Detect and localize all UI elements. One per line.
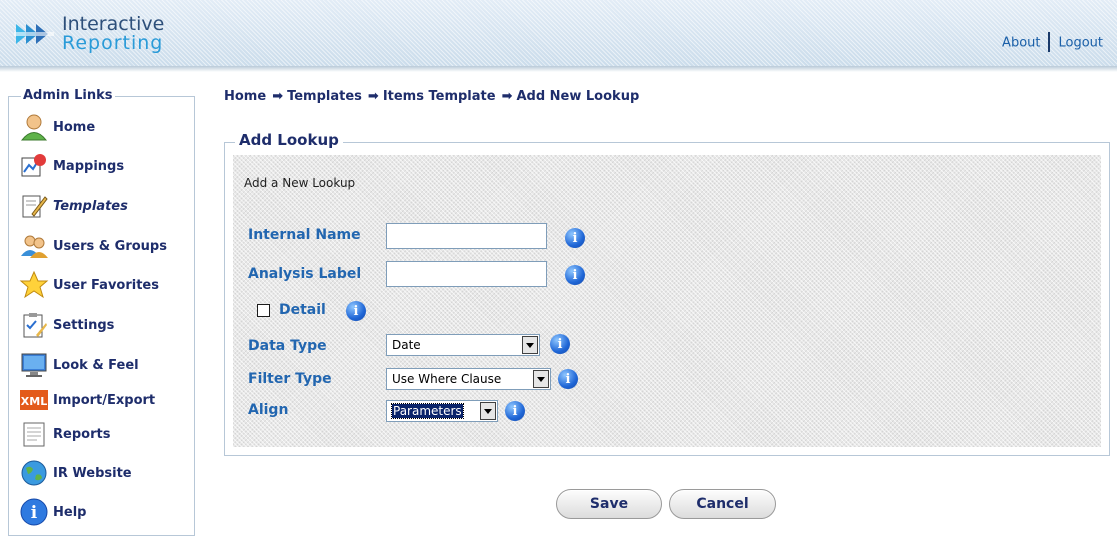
sidebar-item-label: Templates: [53, 198, 128, 214]
align-select[interactable]: Parameters: [386, 400, 498, 422]
header-shadow: [0, 66, 1117, 72]
data-type-value: Date: [392, 338, 421, 352]
detail-label: Detail: [279, 302, 326, 318]
chevron-down-icon[interactable]: [480, 402, 496, 420]
top-links: About Logout: [1002, 32, 1103, 54]
svg-text:XML: XML: [21, 395, 47, 408]
app-title-line1: Interactive: [62, 13, 165, 35]
app-title-line2: Reporting: [62, 32, 164, 54]
internal-name-input[interactable]: [386, 223, 547, 249]
chevron-down-icon[interactable]: [533, 370, 549, 388]
sidebar-item-import-export[interactable]: XML Import/Export: [19, 384, 155, 416]
top-links-divider: [1048, 32, 1051, 52]
breadcrumb: Home ➡ Templates ➡ Items Template ➡ Add New Lo…: [224, 89, 641, 104]
info-icon: i: [19, 497, 49, 527]
data-type-select[interactable]: Date: [386, 334, 540, 356]
filter-type-value: Use Where Clause: [392, 372, 502, 386]
xml-icon: XML: [19, 385, 49, 415]
admin-links-legend: Admin Links: [21, 88, 115, 103]
sidebar-item-label: IR Website: [53, 465, 132, 481]
app-logo[interactable]: Interactive Reporting: [14, 12, 174, 54]
globe-icon: [19, 458, 49, 488]
add-lookup-panel: Add Lookup: [224, 131, 1110, 456]
sidebar-item-label: Look & Feel: [53, 357, 139, 373]
breadcrumb-current: Add New Lookup: [516, 89, 640, 104]
info-icon[interactable]: i: [505, 401, 525, 421]
info-icon[interactable]: i: [550, 334, 570, 354]
monitor-icon: [19, 350, 49, 380]
mappings-icon: [19, 151, 49, 181]
logo-arrows-icon: [14, 24, 54, 44]
sidebar-item-label: Settings: [53, 317, 115, 333]
sidebar-item-label: Help: [53, 504, 87, 520]
sidebar-item-ir-website[interactable]: IR Website: [19, 457, 132, 489]
admin-links-panel: Admin Links Home Mappings Templates User…: [8, 88, 195, 536]
sidebar-item-mappings[interactable]: Mappings: [19, 150, 124, 182]
info-icon[interactable]: i: [565, 228, 585, 248]
breadcrumb-home[interactable]: Home: [224, 89, 266, 104]
form-background: [233, 155, 1101, 447]
data-type-label: Data Type: [248, 338, 327, 354]
form-subtitle: Add a New Lookup: [244, 176, 356, 190]
breadcrumb-arrow-icon: ➡: [272, 89, 284, 104]
detail-checkbox[interactable]: [257, 304, 270, 317]
analysis-label-label: Analysis Label: [248, 266, 362, 282]
sidebar-item-label: Users & Groups: [53, 238, 167, 254]
info-icon[interactable]: i: [346, 301, 366, 321]
align-value: Parameters: [391, 403, 464, 419]
pencil-icon: [19, 191, 49, 221]
svg-text:i: i: [31, 503, 38, 523]
sidebar-item-settings[interactable]: Settings: [19, 309, 114, 341]
sidebar-item-reports[interactable]: Reports: [19, 418, 110, 450]
sidebar-item-label: Import/Export: [53, 392, 156, 408]
align-label: Align: [248, 402, 289, 418]
users-icon: [19, 231, 49, 261]
report-icon: [19, 419, 49, 449]
clipboard-icon: [19, 310, 49, 340]
cancel-button[interactable]: Cancel: [669, 489, 776, 519]
logout-link[interactable]: Logout: [1058, 36, 1103, 51]
info-icon[interactable]: i: [565, 265, 585, 285]
filter-type-label: Filter Type: [248, 371, 332, 387]
analysis-label-input[interactable]: [386, 261, 547, 287]
save-button[interactable]: Save: [556, 489, 662, 519]
sidebar-item-look-feel[interactable]: Look & Feel: [19, 349, 139, 381]
about-link[interactable]: About: [1002, 36, 1040, 51]
sidebar-item-label: User Favorites: [53, 277, 159, 293]
sidebar-item-label: Reports: [53, 426, 111, 442]
filter-type-select[interactable]: Use Where Clause: [386, 368, 551, 390]
sidebar-item-home[interactable]: Home: [19, 111, 95, 143]
breadcrumb-templates[interactable]: Templates: [287, 89, 362, 104]
sidebar-item-users-groups[interactable]: Users & Groups: [19, 230, 167, 262]
sidebar-item-user-favorites[interactable]: User Favorites: [19, 269, 159, 301]
star-icon: [19, 270, 49, 300]
chevron-down-icon[interactable]: [522, 336, 538, 354]
internal-name-label: Internal Name: [248, 227, 361, 243]
sidebar-item-label: Home: [53, 119, 96, 135]
user-icon: [19, 112, 49, 142]
breadcrumb-arrow-icon: ➡: [367, 89, 379, 104]
breadcrumb-items-template[interactable]: Items Template: [383, 89, 496, 104]
header-bar: Interactive Reporting About Logout: [0, 0, 1117, 72]
sidebar-item-templates[interactable]: Templates: [19, 190, 128, 222]
breadcrumb-arrow-icon: ➡: [501, 89, 513, 104]
add-lookup-legend: Add Lookup: [235, 131, 343, 149]
sidebar-item-label: Mappings: [53, 158, 125, 174]
info-icon[interactable]: i: [558, 369, 578, 389]
sidebar-item-help[interactable]: i Help: [19, 496, 86, 528]
